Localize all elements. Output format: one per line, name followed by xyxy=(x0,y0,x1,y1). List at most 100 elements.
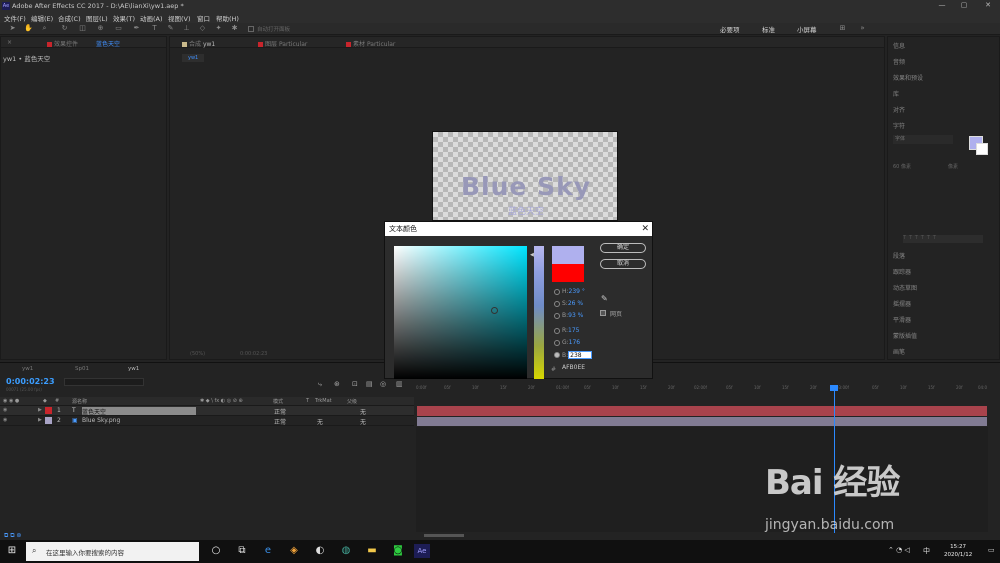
expand-icon[interactable]: » xyxy=(858,24,867,33)
selection-tool-icon[interactable]: ➤ xyxy=(8,24,17,33)
font-select[interactable]: 字体 xyxy=(893,135,953,144)
shy-layers-icon[interactable]: ⊡ xyxy=(352,380,358,388)
blue-field[interactable]: B: 238 xyxy=(562,351,593,359)
green-field[interactable]: G:176 xyxy=(562,339,580,346)
color-picker-cursor[interactable] xyxy=(491,307,498,314)
menu-window[interactable]: 窗口 xyxy=(197,13,210,23)
windows-start-icon[interactable]: ⊞ xyxy=(4,544,20,558)
brush-tool-icon[interactable]: ✎ xyxy=(166,24,175,33)
minimize-button[interactable]: — xyxy=(932,1,952,11)
layer-mode[interactable]: 正常 xyxy=(274,407,286,416)
system-clock[interactable]: 15:27 2020/1/12 xyxy=(944,543,972,559)
panel-mask-interp[interactable]: 蒙版插值 xyxy=(893,331,917,340)
font-size-field[interactable]: 60 像素 xyxy=(893,163,911,170)
text-style-buttons[interactable]: TTTTTT xyxy=(903,235,983,243)
time-ruler[interactable]: 0:00f 05f 10f 15f 20f 01:00f 05f 10f 15f… xyxy=(416,383,988,397)
layer-bar-image[interactable] xyxy=(417,417,987,426)
eyedropper-icon[interactable]: ✎ xyxy=(601,294,608,303)
close-tab-icon[interactable]: × xyxy=(7,39,12,46)
eraser-tool-icon[interactable]: ◇ xyxy=(198,24,207,33)
app-icon[interactable]: ◈ xyxy=(286,544,302,558)
timeline-tab-3[interactable]: yw1 xyxy=(128,366,139,372)
menu-layer[interactable]: 图层(L) xyxy=(86,13,108,23)
panel-effects-presets[interactable]: 效果和预设 xyxy=(893,73,923,82)
maximize-button[interactable]: ▢ xyxy=(954,1,974,11)
panel-smoother[interactable]: 平滑器 xyxy=(893,315,911,324)
old-color-swatch[interactable] xyxy=(552,264,584,282)
label-color[interactable] xyxy=(45,417,52,424)
red-radio[interactable] xyxy=(554,328,560,334)
timeline-tab-1[interactable]: yw1 xyxy=(22,366,33,372)
menu-composition[interactable]: 合成(C) xyxy=(58,13,81,23)
comp-flowchart-icon[interactable]: ⤷ xyxy=(318,380,322,389)
ok-button[interactable]: 确定 xyxy=(600,243,646,253)
render-icons[interactable]: ⧉ ⧉ ⊛ xyxy=(4,532,21,540)
close-button[interactable]: ✕ xyxy=(978,1,998,11)
rectangle-tool-icon[interactable]: ▭ xyxy=(114,24,123,33)
cancel-button[interactable]: 取消 xyxy=(600,259,646,269)
task-view-icon[interactable]: ⧉ xyxy=(234,544,250,558)
layer-bar-text[interactable] xyxy=(417,406,987,416)
layer-name[interactable]: Blue Sky.png xyxy=(82,417,120,424)
hue-radio[interactable] xyxy=(554,289,560,295)
ime-indicator[interactable]: 中 xyxy=(923,546,930,556)
green-radio[interactable] xyxy=(554,340,560,346)
panel-character[interactable]: 字符 xyxy=(893,121,905,130)
tab-layer[interactable]: 图层 Particular xyxy=(258,39,307,48)
wechat-icon[interactable]: ◙ xyxy=(390,544,406,558)
menu-file[interactable]: 文件(F) xyxy=(4,13,26,23)
workspace-essentials[interactable]: 必要项 xyxy=(720,24,740,34)
label-color[interactable] xyxy=(45,407,52,414)
panel-wiggler[interactable]: 摇摆器 xyxy=(893,299,911,308)
tab-layer-name[interactable]: 蓝色天空 xyxy=(96,39,120,48)
comp-timecode[interactable]: 0:00:02:23 xyxy=(240,351,267,357)
playhead-handle[interactable] xyxy=(830,385,838,391)
panel-audio[interactable]: 音频 xyxy=(893,57,905,66)
app-icon[interactable]: ◍ xyxy=(338,544,354,558)
panel-paragraph[interactable]: 段落 xyxy=(893,251,905,260)
frame-blending-icon[interactable]: ▤ xyxy=(366,380,373,388)
notification-icon[interactable]: ▭ xyxy=(988,546,995,554)
tab-composition[interactable]: 合成 yw1 xyxy=(182,39,215,48)
layer-parent[interactable]: 无 xyxy=(360,417,366,426)
clone-tool-icon[interactable]: ⊥ xyxy=(182,24,191,33)
saturation-radio[interactable] xyxy=(554,301,560,307)
rotate-tool-icon[interactable]: ↻ xyxy=(60,24,69,33)
brightness-field[interactable]: B:93 % xyxy=(562,312,583,319)
zoom-slider[interactable] xyxy=(424,534,464,537)
roto-tool-icon[interactable]: ✦ xyxy=(214,24,223,33)
comp-subtab[interactable]: yw1 xyxy=(182,54,205,62)
expand-chevron-icon[interactable]: ▶ xyxy=(38,407,42,413)
web-colors-checkbox[interactable] xyxy=(600,310,606,316)
stroke-color-swatch[interactable] xyxy=(976,143,988,155)
after-effects-icon[interactable]: Ae xyxy=(414,544,430,558)
layer-name[interactable]: 蓝色天空 xyxy=(82,407,196,416)
saturation-field[interactable]: S:26 % xyxy=(562,300,583,307)
tray-icons[interactable]: ⌃ ◔ ◁ xyxy=(888,546,910,554)
edge-browser-icon[interactable]: e xyxy=(260,544,276,558)
file-explorer-icon[interactable]: ▬ xyxy=(364,544,380,558)
graph-editor-icon[interactable]: ▥ xyxy=(396,380,403,388)
layer-row[interactable]: ◉ ▶ 2 ▣ Blue Sky.png 正常 无 无 xyxy=(0,416,414,426)
hue-field[interactable]: H:239 ° xyxy=(562,288,585,295)
cortana-icon[interactable]: ○ xyxy=(208,544,224,558)
workspace-standard[interactable]: 标准 xyxy=(762,24,775,34)
library-icon[interactable]: ⊞ xyxy=(838,24,847,33)
saturation-brightness-field[interactable] xyxy=(394,246,527,379)
hue-slider[interactable] xyxy=(534,246,544,379)
blue-radio[interactable] xyxy=(554,352,560,358)
puppet-tool-icon[interactable]: ✱ xyxy=(230,24,239,33)
pen-tool-icon[interactable]: ✒ xyxy=(132,24,141,33)
brightness-radio[interactable] xyxy=(554,313,560,319)
zoom-level[interactable]: (50%) xyxy=(190,351,205,357)
panel-paint[interactable]: 画笔 xyxy=(893,347,905,356)
comp-canvas[interactable]: Blue Sky 蓝色天空 xyxy=(432,131,618,221)
leading-field[interactable]: 像素 xyxy=(948,163,958,170)
panel-tracker[interactable]: 跟踪器 xyxy=(893,267,911,276)
hex-input[interactable]: AFB0EE xyxy=(562,364,585,371)
zoom-tool-icon[interactable]: ⌕ xyxy=(40,24,49,33)
visibility-icon[interactable]: ◉ xyxy=(3,417,7,423)
panel-align[interactable]: 对齐 xyxy=(893,105,905,114)
visibility-icon[interactable]: ◉ xyxy=(3,407,7,413)
layer-row[interactable]: ◉ ▶ 1 T 蓝色天空 正常 无 xyxy=(0,406,414,416)
